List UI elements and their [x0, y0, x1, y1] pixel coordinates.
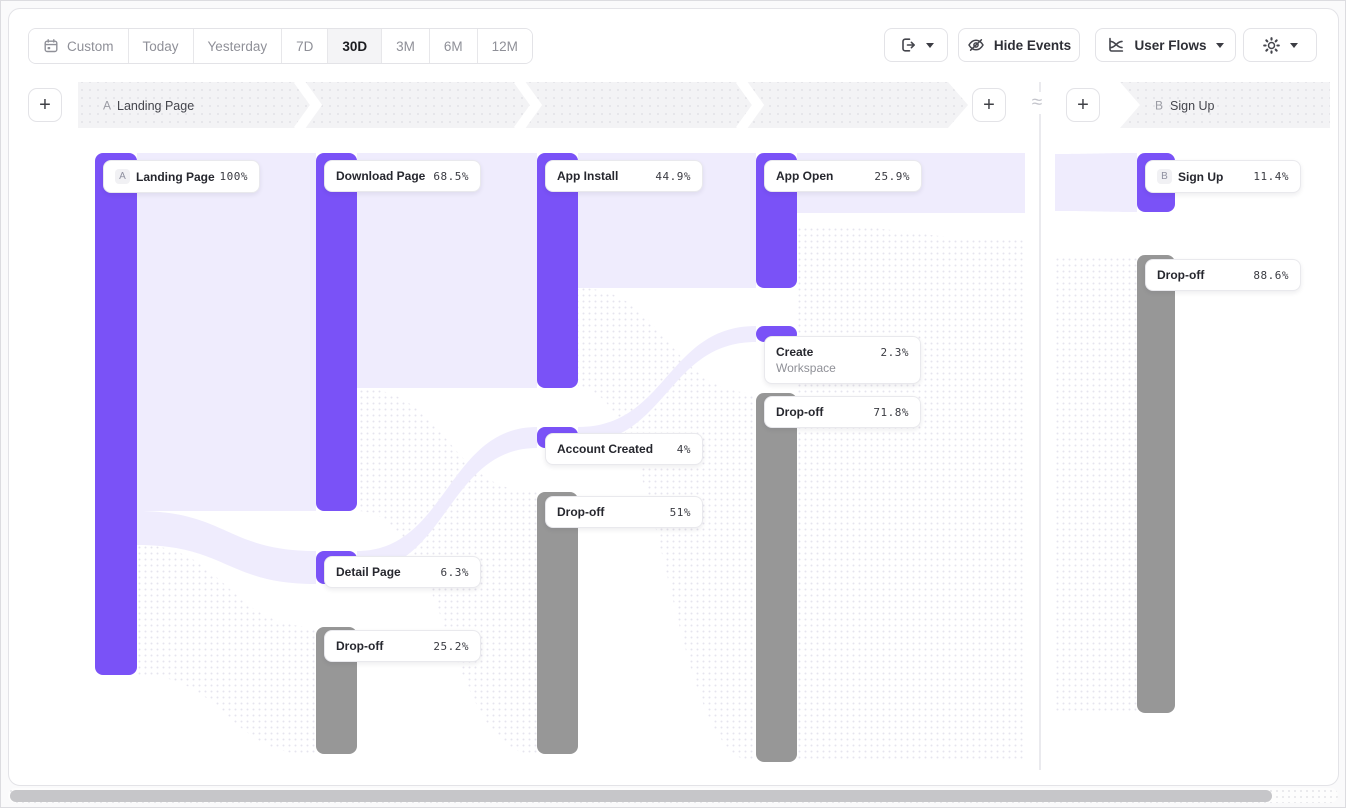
node-pct: 25.2% — [433, 640, 469, 653]
node-pct: 68.5% — [433, 170, 469, 183]
node-pct: 100% — [220, 170, 249, 183]
node-label: Drop-off — [557, 505, 604, 519]
node-card-dropoff_51[interactable]: Drop-off 51% — [545, 496, 703, 528]
node-pct: 88.6% — [1253, 269, 1289, 282]
node-card-dropoff_88_6[interactable]: Drop-off 88.6% — [1145, 259, 1301, 291]
node-dropoff_71_8[interactable] — [756, 393, 797, 762]
node-label: App Open — [776, 169, 833, 183]
node-card-sign_up[interactable]: B Sign Up 11.4% — [1145, 160, 1301, 193]
node-pct: 2.3% — [881, 346, 910, 359]
node-pct: 51% — [670, 506, 691, 519]
node-pct: 25.9% — [874, 170, 910, 183]
node-label: Drop-off — [336, 639, 383, 653]
node-label: Download Page — [336, 169, 425, 183]
dropoff-flow-app_open_rest-to-section_boundary — [797, 225, 1025, 760]
flow-section_b_start-to-sign_up — [1055, 153, 1137, 212]
node-card-app_install[interactable]: App Install 44.9% — [545, 160, 703, 192]
node-card-dropoff_71_8[interactable]: Drop-off 71.8% — [764, 396, 921, 428]
node-card-account_created[interactable]: Account Created 4% — [545, 433, 703, 465]
horizontal-scrollbar-thumb[interactable] — [10, 790, 1272, 802]
sankey-chart — [0, 0, 1346, 808]
variant-badge: A — [115, 169, 130, 184]
flow-landing_page-to-download_page — [137, 153, 316, 511]
node-label: Account Created — [557, 442, 653, 456]
node-card-app_open[interactable]: App Open 25.9% — [764, 160, 922, 192]
user-flows-app: CustomTodayYesterday7D30D3M6M12M Hide Ev… — [0, 0, 1346, 808]
node-label: App Install — [557, 169, 618, 183]
node-landing_page[interactable] — [95, 153, 137, 675]
node-label: Sign Up — [1178, 170, 1223, 184]
node-label-line2: Workspace — [776, 361, 909, 375]
node-pct: 44.9% — [655, 170, 691, 183]
node-pct: 71.8% — [873, 406, 909, 419]
node-card-detail_page[interactable]: Detail Page 6.3% — [324, 556, 481, 588]
node-label: Drop-off — [1157, 268, 1204, 282]
node-card-download_page[interactable]: Download Page 68.5% — [324, 160, 481, 192]
horizontal-scrollbar-track[interactable] — [8, 788, 1338, 803]
node-card-create_workspace[interactable]: Create 2.3% Workspace — [764, 336, 921, 384]
node-dropoff_51[interactable] — [537, 492, 578, 754]
dropoff-flow-section_b_start-to-dropoff_88_6 — [1055, 255, 1137, 712]
node-pct: 4% — [677, 443, 691, 456]
node-pct: 11.4% — [1253, 170, 1289, 183]
node-label: Create — [776, 345, 813, 359]
node-card-dropoff_25_2[interactable]: Drop-off 25.2% — [324, 630, 481, 662]
node-dropoff_88_6[interactable] — [1137, 255, 1175, 713]
node-download_page[interactable] — [316, 153, 357, 511]
approx-symbol: ≈ — [1024, 92, 1050, 114]
node-label: Drop-off — [776, 405, 823, 419]
node-label: Landing Page — [136, 170, 215, 184]
node-label: Detail Page — [336, 565, 401, 579]
node-card-landing_page[interactable]: A Landing Page 100% — [103, 160, 260, 193]
variant-badge: B — [1157, 169, 1172, 184]
node-pct: 6.3% — [441, 566, 470, 579]
